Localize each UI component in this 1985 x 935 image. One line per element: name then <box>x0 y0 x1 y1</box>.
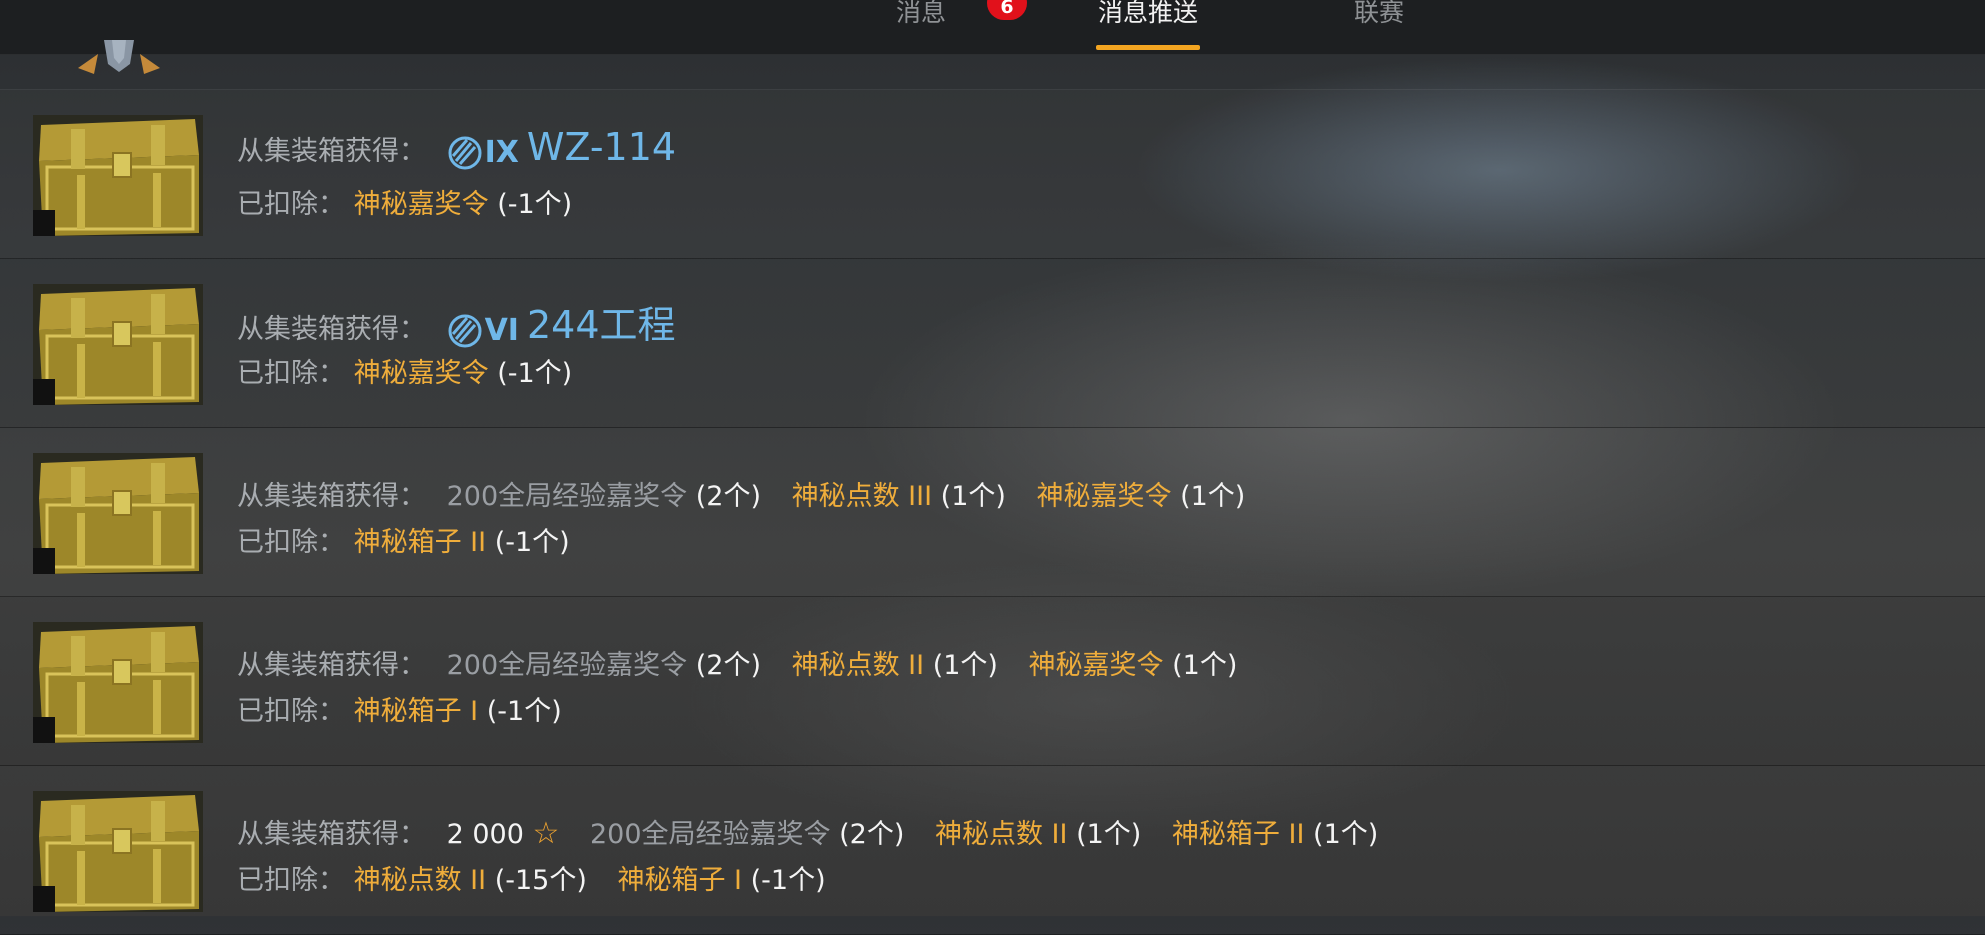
deduct-line: 已扣除： 神秘箱子 II (-1个) <box>237 520 570 559</box>
deduct-item: 神秘箱子 I <box>617 865 743 896</box>
tab-league[interactable]: 联赛 <box>1354 0 1404 54</box>
container-chest-icon <box>33 284 203 405</box>
container-chest-icon <box>33 453 203 574</box>
unread-count-badge: 6 <box>987 0 1027 20</box>
active-tab-indicator <box>1096 45 1201 50</box>
list-item[interactable]: 从集装箱获得： IX WZ-114 已扣除： 神秘嘉奖令 (-1个) <box>0 90 1985 259</box>
container-chest-icon <box>33 115 203 236</box>
deduct-line: 已扣除： 神秘箱子 I (-1个) <box>237 689 562 728</box>
tank-tier: VI <box>484 313 519 348</box>
star-icon: ☆ <box>532 816 560 851</box>
reward-item-name: 200全局经验嘉奖令 <box>446 650 688 681</box>
reward-item-name: 神秘嘉奖令 <box>1028 650 1164 681</box>
reward-item-count: (2个) <box>695 650 761 681</box>
deduct-line: 已扣除： 神秘嘉奖令 (-1个) <box>237 351 572 390</box>
deduct-item: 神秘嘉奖令 <box>353 358 489 389</box>
deduct-count: (-15个) <box>494 865 587 896</box>
reward-item-name: 神秘点数 II <box>934 819 1068 850</box>
tab-push[interactable]: 消息推送 <box>1096 0 1201 54</box>
deduct-label: 已扣除： <box>237 189 345 220</box>
reward-item-count: (2个) <box>695 481 761 512</box>
tab-league-label: 联赛 <box>1354 0 1405 27</box>
tank-name: WZ-114 <box>526 125 677 169</box>
rank-emblem-icon <box>74 40 164 74</box>
deduct-count: (-1个) <box>494 527 570 558</box>
list-item[interactable]: 从集装箱获得： VI 244工程 已扣除： 神秘嘉奖令 (-1个) <box>0 259 1985 428</box>
tab-push-label: 消息推送 <box>1098 0 1199 27</box>
obtain-line: 从集装箱获得： IX WZ-114 <box>237 125 676 171</box>
deduct-label: 已扣除： <box>237 358 345 389</box>
deduct-item: 神秘点数 II <box>353 865 487 896</box>
deduct-label: 已扣除： <box>237 527 345 558</box>
deduct-item: 神秘嘉奖令 <box>353 189 489 220</box>
deduct-item: 神秘箱子 II <box>353 527 487 558</box>
deduct-label: 已扣除： <box>237 696 345 727</box>
deduct-line: 已扣除： 神秘点数 II (-15个) 神秘箱子 I (-1个) <box>237 858 826 897</box>
reward-item-count: (1个) <box>932 650 998 681</box>
reward-item-name: 神秘点数 III <box>791 481 933 512</box>
tab-messages-label: 消息 <box>896 0 947 27</box>
reward-item-count: (2个) <box>839 819 905 850</box>
reward-item-count: (1个) <box>1076 819 1142 850</box>
container-chest-icon <box>33 622 203 743</box>
tab-messages[interactable]: 消息 <box>896 0 946 54</box>
obtain-line: 从集装箱获得： VI 244工程 <box>237 294 676 349</box>
obtain-label: 从集装箱获得： <box>237 819 426 850</box>
container-chest-icon <box>33 791 203 912</box>
obtain-label: 从集装箱获得： <box>237 136 426 167</box>
tank-tier: IX <box>484 135 519 170</box>
deduct-count: (-1个) <box>497 358 573 389</box>
tank-type-icon <box>448 136 482 169</box>
reward-item-name: 200全局经验嘉奖令 <box>446 481 688 512</box>
deduct-item: 神秘箱子 I <box>353 696 479 727</box>
tank-type-icon <box>448 314 482 347</box>
list-item[interactable]: 从集装箱获得： 200全局经验嘉奖令 (2个) 神秘点数 II (1个) 神秘嘉… <box>0 597 1985 766</box>
top-tab-bar: 消息 6 消息推送 联赛 <box>0 0 1985 55</box>
tier-badge: IX <box>447 135 527 171</box>
obtain-label: 从集装箱获得： <box>237 650 426 681</box>
reward-item-name: 神秘嘉奖令 <box>1036 481 1172 512</box>
deduct-label: 已扣除： <box>237 865 345 896</box>
list-item[interactable]: 从集装箱获得： 200全局经验嘉奖令 (2个) 神秘点数 III (1个) 神秘… <box>0 428 1985 597</box>
deduct-line: 已扣除： 神秘嘉奖令 (-1个) <box>237 182 572 221</box>
obtain-label: 从集装箱获得： <box>237 314 426 345</box>
obtain-label: 从集装箱获得： <box>237 481 426 512</box>
tier-badge: VI <box>447 313 527 349</box>
reward-item-count: (1个) <box>1172 650 1238 681</box>
reward-item-name: 神秘点数 II <box>791 650 925 681</box>
deduct-count: (-1个) <box>486 696 562 727</box>
deduct-count: (-1个) <box>497 189 573 220</box>
reward-item-count: (1个) <box>1180 481 1246 512</box>
reward-item-name: 200全局经验嘉奖令 <box>589 819 831 850</box>
deduct-count: (-1个) <box>750 865 826 896</box>
reward-item-count: (1个) <box>1313 819 1379 850</box>
tank-name: 244工程 <box>526 303 676 347</box>
list-item[interactable]: 从集装箱获得： 2 000 ☆ 200全局经验嘉奖令 (2个) 神秘点数 II … <box>0 766 1985 935</box>
reward-item-count: (1个) <box>940 481 1006 512</box>
xp-amount: 2 000 <box>446 819 524 850</box>
obtain-line: 从集装箱获得： 200全局经验嘉奖令 (2个) 神秘点数 II (1个) 神秘嘉… <box>237 643 1237 682</box>
obtain-line: 从集装箱获得： 2 000 ☆ 200全局经验嘉奖令 (2个) 神秘点数 II … <box>237 812 1378 851</box>
obtain-line: 从集装箱获得： 200全局经验嘉奖令 (2个) 神秘点数 III (1个) 神秘… <box>237 474 1245 513</box>
reward-item-name: 神秘箱子 II <box>1171 819 1305 850</box>
